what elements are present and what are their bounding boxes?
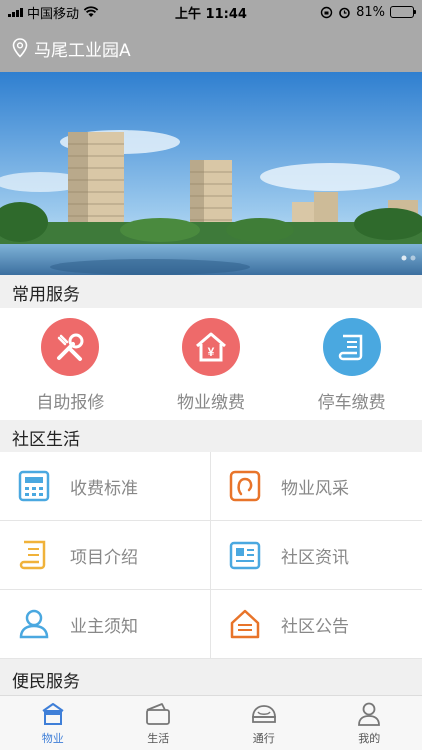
life-item-community-announcement[interactable]: 社区公告: [211, 590, 422, 659]
status-bar: 中国移动 上午 11:44 81%: [0, 0, 422, 24]
life-item-label: 社区资讯: [281, 547, 349, 568]
tab-label: 通行: [252, 731, 275, 745]
wifi-icon: [83, 6, 99, 17]
person-icon: [358, 702, 381, 726]
location-pin-icon: [12, 38, 28, 58]
life-item-label: 物业风采: [281, 478, 349, 499]
service-label: 停车缴费: [317, 393, 386, 413]
life-item-label: 社区公告: [281, 616, 349, 637]
news-icon: [227, 537, 263, 573]
location-selector[interactable]: 马尾工业园A: [0, 24, 422, 72]
service-label: 自助报修: [36, 393, 105, 413]
property-style-icon: [227, 468, 263, 504]
status-left: 中国移动: [8, 3, 158, 22]
section-title-convenience: 便民服务: [0, 663, 422, 695]
property-fee-icon: ¥: [182, 318, 240, 376]
service-property-fee[interactable]: ¥ 物业缴费: [141, 308, 282, 420]
section-title-common-services: 常用服务: [0, 276, 422, 308]
status-time: 上午 11:44: [175, 6, 247, 22]
services-row: 自助报修 ¥ 物业缴费 停车缴费: [0, 308, 422, 420]
community-life-grid: 收费标准 物业风采 项目介绍 社区资讯 业主须知 社区公告: [0, 452, 422, 659]
service-label: 物业缴费: [177, 393, 245, 413]
signal-icon: [8, 7, 23, 17]
life-item-property-style[interactable]: 物业风采: [211, 452, 422, 521]
scroll-icon: [16, 537, 52, 573]
location-name: 马尾工业园A: [34, 40, 131, 61]
life-item-owner-notice[interactable]: 业主须知: [0, 590, 211, 659]
wallet-icon: [146, 702, 171, 725]
alarm-icon: [339, 7, 350, 18]
service-parking-fee[interactable]: 停车缴费: [281, 308, 422, 420]
parking-fee-icon: [322, 318, 381, 376]
banner-image: [0, 72, 422, 275]
tab-mine[interactable]: 我的: [317, 696, 422, 750]
announcement-icon: [227, 606, 263, 642]
tab-access[interactable]: 通行: [211, 696, 317, 750]
status-right: 81%: [264, 4, 416, 20]
bottom-tab-bar: 物业 生活 通行 我的: [0, 695, 422, 750]
tab-label: 物业: [41, 731, 64, 745]
orientation-lock-icon: [320, 6, 333, 18]
owner-icon: [16, 606, 52, 642]
tab-label: 生活: [147, 731, 170, 745]
car-icon: [251, 704, 276, 723]
banner-carousel[interactable]: [0, 72, 422, 275]
life-item-label: 项目介绍: [70, 547, 138, 568]
carrier-label: 中国移动: [27, 6, 80, 22]
tab-label: 我的: [358, 731, 381, 745]
tab-property[interactable]: 物业: [0, 696, 106, 750]
calculator-icon: [16, 468, 52, 504]
svg-text:¥: ¥: [208, 345, 215, 359]
life-item-fee-standard[interactable]: 收费标准: [0, 452, 211, 521]
life-item-label: 业主须知: [70, 616, 138, 637]
house-icon: [42, 702, 64, 725]
tab-life[interactable]: 生活: [106, 696, 212, 750]
section-title-community-life: 社区生活: [0, 421, 422, 453]
life-item-community-news[interactable]: 社区资讯: [211, 521, 422, 590]
life-item-label: 收费标准: [70, 478, 138, 499]
service-self-repair[interactable]: 自助报修: [0, 308, 141, 420]
battery-icon: [390, 6, 416, 18]
battery-percent: 81%: [356, 4, 385, 20]
repair-tools-icon: [41, 318, 100, 376]
life-item-project-intro[interactable]: 项目介绍: [0, 521, 211, 590]
